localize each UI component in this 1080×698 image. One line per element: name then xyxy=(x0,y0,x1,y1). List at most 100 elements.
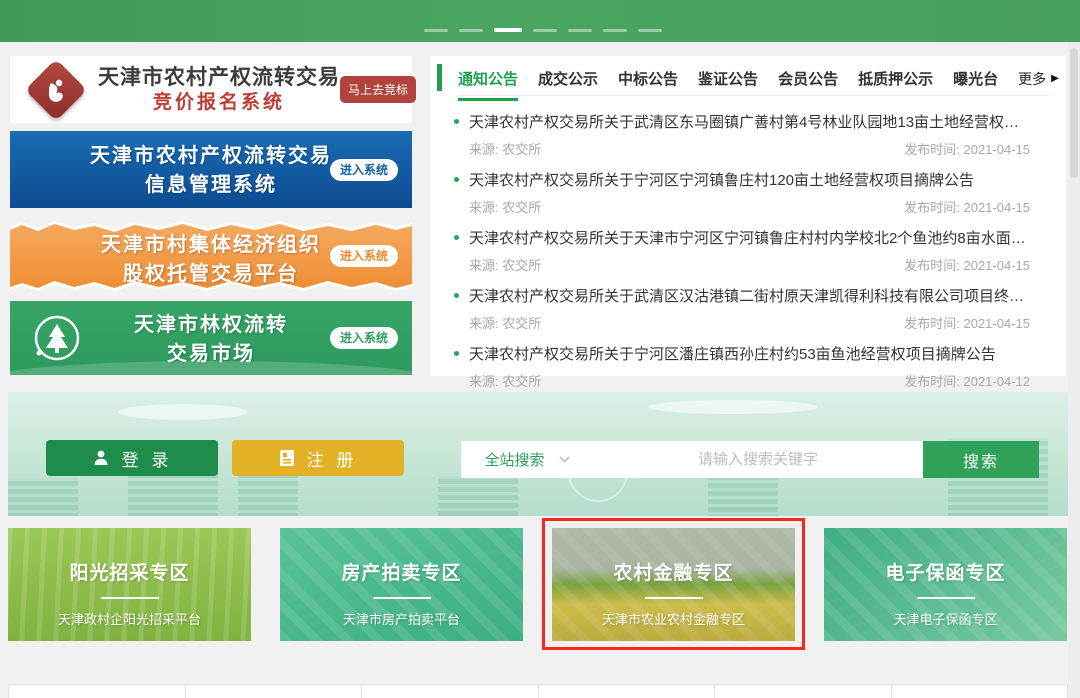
carousel-dash-2[interactable] xyxy=(459,29,483,32)
banner-equity-inner: 天津市村集体经济组织 股权托管交易平台 进入系统 xyxy=(10,219,412,293)
bidding-system-card[interactable]: 天津市农村产权流转交易 竞价报名系统 马上去竞标 xyxy=(10,56,412,123)
carousel-dash-1[interactable] xyxy=(424,29,448,32)
news-title-link[interactable]: 天津农村产权交易所关于天津市宁河区宁河镇鲁庄村村内学校北2个鱼池约8亩水面经营.… xyxy=(469,227,1030,248)
go-bid-button[interactable]: 马上去竞标 xyxy=(340,76,416,103)
search-scope-select[interactable]: 全站搜索 xyxy=(461,441,593,478)
bottom-section-strip xyxy=(8,684,1068,698)
site-title: 天津市农村产权流转交易 竞价报名系统 xyxy=(98,65,340,115)
bullet-icon xyxy=(454,177,459,182)
carousel-dash-3[interactable] xyxy=(494,28,522,32)
zone-card-农村金融专区[interactable]: 农村金融专区天津市农业农村金融专区 xyxy=(552,528,795,641)
news-publish-date: 发布时间: 2021-04-15 xyxy=(904,255,1030,274)
page-scrollbar[interactable] xyxy=(1068,42,1080,698)
news-meta: 来源: 农交所 发布时间: 2021-04-15 xyxy=(454,255,1030,274)
zone-card-阳光招采专区[interactable]: 阳光招采专区天津政村企阳光招采平台 xyxy=(8,528,251,641)
bullet-icon xyxy=(454,351,459,356)
more-label: 更多 xyxy=(1018,69,1046,89)
news-title-row[interactable]: 天津农村产权交易所关于武清区汉沽港镇二街村原天津凯得利科技有限公司项目终结公告 xyxy=(454,285,1030,306)
news-title-link[interactable]: 天津农村产权交易所关于宁河区潘庄镇西孙庄村约53亩鱼池经营权项目摘牌公告 xyxy=(469,343,996,364)
user-icon xyxy=(92,449,110,467)
cloud-decoration xyxy=(118,404,248,420)
site-title-line2: 竞价报名系统 xyxy=(98,91,340,115)
zone-subtitle: 天津政村企阳光招采平台 xyxy=(8,609,251,628)
news-publish-date: 发布时间: 2021-04-12 xyxy=(904,371,1030,390)
tab-会员公告[interactable]: 会员公告 xyxy=(778,68,838,101)
more-arrow-icon: ▶ xyxy=(1051,73,1059,84)
tab-抵质押公示[interactable]: 抵质押公示 xyxy=(858,68,933,101)
news-source: 来源: 农交所 xyxy=(469,197,541,216)
zone-cards: 阳光招采专区天津政村企阳光招采平台房产拍卖专区天津市房产拍卖平台农村金融专区天津… xyxy=(8,528,1068,641)
cloud-decoration xyxy=(648,400,818,414)
news-meta: 来源: 农交所 发布时间: 2021-04-12 xyxy=(454,371,1030,390)
register-label: 注 册 xyxy=(307,446,358,471)
zone-title: 农村金融专区 xyxy=(552,558,795,585)
news-meta: 来源: 农交所发布时间: 2021-04-15 xyxy=(454,139,1030,158)
banner-info-management-system[interactable]: 天津市农村产权流转交易 信息管理系统 进入系统 xyxy=(10,131,412,208)
bottom-cell-1[interactable] xyxy=(8,684,186,698)
search-bar: 全站搜索 搜索 xyxy=(461,441,1039,478)
carousel-indicators xyxy=(424,28,662,32)
carousel-dash-4[interactable] xyxy=(533,29,557,32)
bullet-icon xyxy=(454,119,459,124)
tab-鉴证公告[interactable]: 鉴证公告 xyxy=(698,68,758,101)
building-decoration xyxy=(8,478,78,516)
announcement-list: 天津农村产权交易所关于武清区东马圈镇广善村第4号林业队园地13亩土地经营权等4个… xyxy=(430,101,1066,390)
login-label: 登 录 xyxy=(122,446,173,471)
banner-equity-platform[interactable]: 天津市村集体经济组织 股权托管交易平台 进入系统 xyxy=(10,219,412,293)
zone-card-电子保函专区[interactable]: 电子保函专区天津电子保函专区 xyxy=(824,528,1067,641)
register-button[interactable]: 注 册 xyxy=(232,440,404,476)
carousel-dash-7[interactable] xyxy=(638,29,662,32)
search-input[interactable] xyxy=(593,441,923,478)
left-column: 天津市农村产权流转交易 竞价报名系统 马上去竞标 天津市农村产权流转交易 信息管… xyxy=(10,56,412,375)
tab-成交公示[interactable]: 成交公示 xyxy=(538,68,598,101)
enter-system-button[interactable]: 进入系统 xyxy=(330,327,398,349)
zone-title: 电子保函专区 xyxy=(824,558,1067,585)
zone-subtitle: 天津市农业农村金融专区 xyxy=(552,609,795,628)
tab-中标公告[interactable]: 中标公告 xyxy=(618,68,678,101)
building-decoration xyxy=(238,470,298,516)
news-title-row[interactable]: 天津农村产权交易所关于宁河区潘庄镇西孙庄村约53亩鱼池经营权项目摘牌公告 xyxy=(454,343,1030,364)
news-title-row[interactable]: 天津农村产权交易所关于武清区东马圈镇广善村第4号林业队园地13亩土地经营权等4个… xyxy=(454,111,1030,132)
hero-band: 登 录 注 册 全站搜索 搜索 xyxy=(8,392,1068,516)
zone-title: 阳光招采专区 xyxy=(8,558,251,585)
news-item: 天津农村产权交易所关于武清区东马圈镇广善村第4号林业队园地13亩土地经营权等4个… xyxy=(454,111,1030,158)
bottom-cell-6[interactable] xyxy=(891,684,1069,698)
enter-system-button[interactable]: 进入系统 xyxy=(330,245,398,267)
news-source: 来源: 农交所 xyxy=(469,255,541,274)
bullet-icon xyxy=(454,235,459,240)
news-title-link[interactable]: 天津农村产权交易所关于武清区东马圈镇广善村第4号林业队园地13亩土地经营权等4个… xyxy=(469,111,1030,132)
enter-system-button[interactable]: 进入系统 xyxy=(330,159,398,181)
tab-曝光台[interactable]: 曝光台 xyxy=(953,68,998,101)
top-carousel-bar xyxy=(0,0,1080,42)
news-item: 天津农村产权交易所关于天津市宁河区宁河镇鲁庄村村内学校北2个鱼池约8亩水面经营.… xyxy=(454,227,1030,274)
news-title-link[interactable]: 天津农村产权交易所关于武清区汉沽港镇二街村原天津凯得利科技有限公司项目终结公告 xyxy=(469,285,1030,306)
bottom-cell-5[interactable] xyxy=(714,684,892,698)
site-logo-icon xyxy=(25,58,87,120)
search-scope-label: 全站搜索 xyxy=(484,449,544,470)
news-meta: 来源: 农交所 发布时间: 2021-04-15 xyxy=(454,197,1030,216)
news-publish-date: 发布时间: 2021-04-15 xyxy=(904,197,1030,216)
scrollbar-thumb[interactable] xyxy=(1070,48,1078,178)
login-button[interactable]: 登 录 xyxy=(46,440,218,476)
bottom-cell-3[interactable] xyxy=(361,684,539,698)
zone-divider xyxy=(917,597,975,599)
zone-title: 房产拍卖专区 xyxy=(280,558,523,585)
zone-divider xyxy=(645,597,703,599)
zone-subtitle: 天津市房产拍卖平台 xyxy=(280,609,523,628)
news-title-row[interactable]: 天津农村产权交易所关于宁河区宁河镇鲁庄村120亩土地经营权项目摘牌公告 xyxy=(454,169,1030,190)
zone-subtitle: 天津电子保函专区 xyxy=(824,609,1067,628)
carousel-dash-5[interactable] xyxy=(568,29,592,32)
banner-forest-market[interactable]: 天津市林权流转 交易市场 进入系统 xyxy=(10,301,412,375)
bottom-cell-2[interactable] xyxy=(185,684,363,698)
search-button[interactable]: 搜索 xyxy=(923,441,1039,478)
news-title-link[interactable]: 天津农村产权交易所关于宁河区宁河镇鲁庄村120亩土地经营权项目摘牌公告 xyxy=(469,169,974,190)
zone-card-房产拍卖专区[interactable]: 房产拍卖专区天津市房产拍卖平台 xyxy=(280,528,523,641)
bottom-cell-4[interactable] xyxy=(538,684,716,698)
id-card-icon xyxy=(279,449,295,467)
news-publish-date: 发布时间: 2021-04-15 xyxy=(904,313,1030,332)
zone-divider xyxy=(373,597,431,599)
news-source: 来源: 农交所 xyxy=(469,371,541,390)
news-title-row[interactable]: 天津农村产权交易所关于天津市宁河区宁河镇鲁庄村村内学校北2个鱼池约8亩水面经营.… xyxy=(454,227,1030,248)
tab-通知公告[interactable]: 通知公告 xyxy=(458,68,518,101)
carousel-dash-6[interactable] xyxy=(603,29,627,32)
